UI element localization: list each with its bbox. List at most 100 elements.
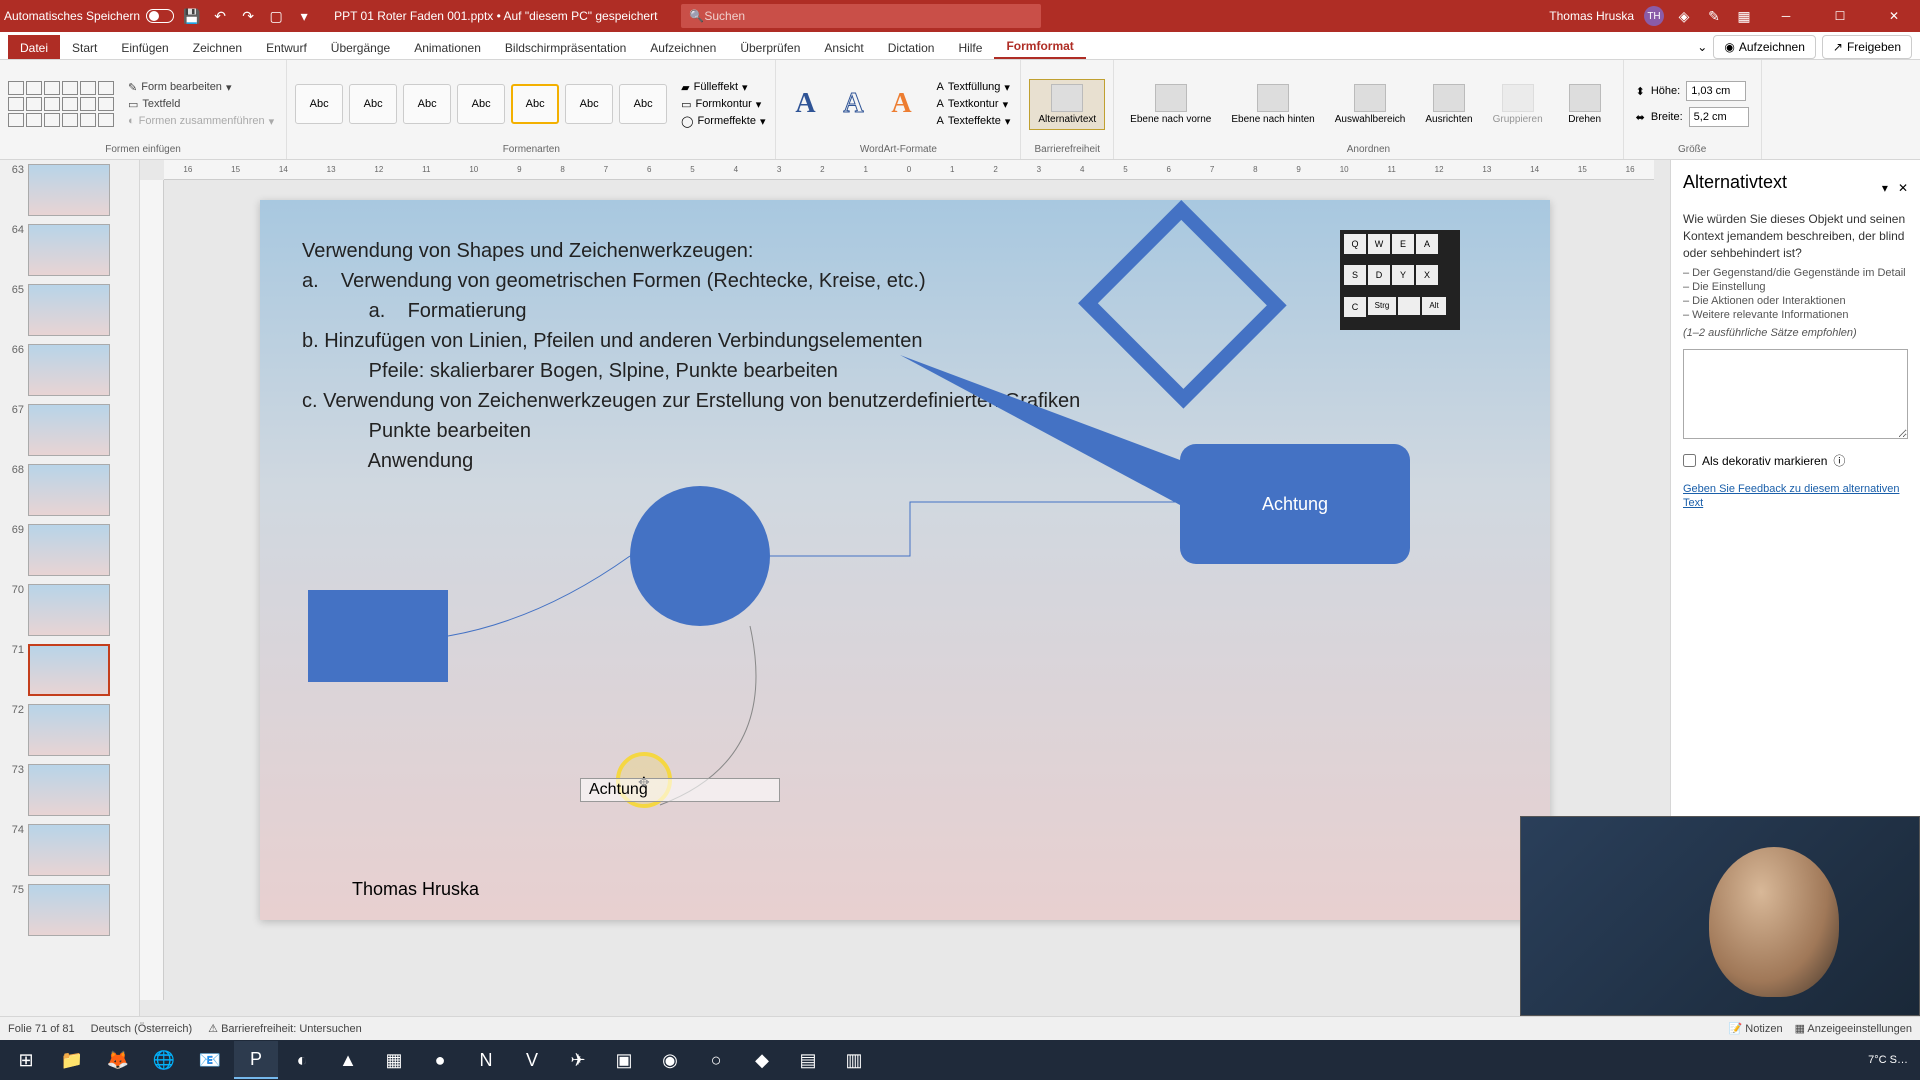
shape-option[interactable] — [98, 113, 114, 127]
slide-thumbnail[interactable] — [28, 404, 110, 456]
shape-option[interactable] — [62, 113, 78, 127]
decorative-check-input[interactable] — [1683, 454, 1696, 467]
tab-datei[interactable]: Datei — [8, 35, 60, 59]
shape-option[interactable] — [8, 81, 24, 95]
panel-close-icon[interactable]: ✕ — [1898, 181, 1908, 195]
minimize-button[interactable]: ─ — [1764, 0, 1808, 32]
slide-text-content[interactable]: Verwendung von Shapes und Zeichenwerkzeu… — [302, 236, 1080, 476]
slide-thumbnail[interactable] — [28, 464, 110, 516]
save-icon[interactable]: 💾 — [182, 6, 202, 26]
shape-gallery[interactable] — [8, 81, 114, 127]
width-input[interactable] — [1689, 107, 1749, 127]
sync-icon[interactable]: ✎ — [1704, 6, 1724, 26]
app-icon[interactable]: ▥ — [832, 1041, 876, 1079]
slide-thumbnails[interactable]: 63646566676869707172737475 — [0, 160, 140, 1016]
shape-option[interactable] — [98, 81, 114, 95]
slide-thumbnail[interactable] — [28, 344, 110, 396]
slide-thumbnail[interactable] — [28, 884, 110, 936]
vlc-icon[interactable]: ▲ — [326, 1041, 370, 1079]
toggle-switch-icon[interactable] — [146, 9, 174, 23]
shape-option[interactable] — [26, 97, 42, 111]
app-icon[interactable]: ◐ — [280, 1041, 324, 1079]
slide-thumbnail[interactable] — [28, 164, 110, 216]
keyboard-image[interactable]: QWE ASD YXC StrgAlt — [1340, 230, 1460, 330]
tab-ansicht[interactable]: Ansicht — [812, 35, 875, 59]
wordart-option[interactable]: A — [880, 84, 922, 124]
file-explorer-icon[interactable]: 📁 — [50, 1041, 94, 1079]
shape-option[interactable] — [80, 81, 96, 95]
start-button[interactable]: ⊞ — [4, 1041, 48, 1079]
align-button[interactable]: Ausrichten — [1417, 80, 1480, 129]
shape-option[interactable] — [8, 97, 24, 111]
app-icon[interactable]: ▣ — [602, 1041, 646, 1079]
collapse-ribbon-icon[interactable]: ⌄ — [1697, 40, 1707, 54]
shape-option[interactable] — [98, 97, 114, 111]
windows-taskbar[interactable]: ⊞ 📁 🦊 🌐 📧 P ◐ ▲ ▦ ● N V ✈ ▣ ◉ ○ ◆ ▤ ▥ 7°… — [0, 1040, 1920, 1080]
tab-uebergaenge[interactable]: Übergänge — [319, 35, 402, 59]
shape-option[interactable] — [26, 81, 42, 95]
wordart-gallery[interactable]: A A A — [784, 84, 922, 124]
textfield-button[interactable]: ▭Textfeld — [124, 97, 278, 112]
outlook-icon[interactable]: 📧 — [188, 1041, 232, 1079]
text-effects-button[interactable]: ATexteffekte ▾ — [934, 114, 1012, 129]
app-icon[interactable]: ● — [418, 1041, 462, 1079]
redo-icon[interactable]: ↷ — [238, 6, 258, 26]
slide-thumbnail[interactable] — [28, 764, 110, 816]
shape-option[interactable] — [8, 113, 24, 127]
panel-dropdown-icon[interactable]: ▾ — [1882, 181, 1888, 195]
text-outline-button[interactable]: ATextkontur ▾ — [934, 97, 1012, 112]
powerpoint-icon[interactable]: P — [234, 1041, 278, 1079]
height-input[interactable] — [1686, 81, 1746, 101]
shape-option[interactable] — [44, 81, 60, 95]
rotate-button[interactable]: Drehen — [1555, 80, 1615, 129]
shape-outline-button[interactable]: ▭Formkontur ▾ — [679, 97, 767, 112]
feedback-link[interactable]: Geben Sie Feedback zu diesem alternative… — [1683, 483, 1899, 509]
style-option[interactable]: Abc — [457, 84, 505, 124]
tab-hilfe[interactable]: Hilfe — [946, 35, 994, 59]
slideshow-icon[interactable]: ▢ — [266, 6, 286, 26]
style-option[interactable]: Abc — [619, 84, 667, 124]
record-button[interactable]: ◉Aufzeichnen — [1713, 35, 1816, 59]
app-icon[interactable]: ◆ — [740, 1041, 784, 1079]
wordart-option[interactable]: A — [784, 84, 826, 124]
onenote-icon[interactable]: N — [464, 1041, 508, 1079]
slide-thumbnail[interactable] — [28, 644, 110, 696]
alttext-input[interactable] — [1683, 349, 1908, 439]
display-settings-button[interactable]: ▦ Anzeigeeinstellungen — [1795, 1022, 1912, 1035]
weather-widget[interactable]: 7°C S… — [1868, 1054, 1908, 1066]
firefox-icon[interactable]: 🦊 — [96, 1041, 140, 1079]
autosave-toggle[interactable]: Automatisches Speichern — [4, 9, 174, 23]
app-icon[interactable]: ○ — [694, 1041, 738, 1079]
system-tray[interactable]: 7°C S… — [1868, 1054, 1916, 1066]
edit-shape-button[interactable]: ✎Form bearbeiten ▾ — [124, 80, 278, 95]
shape-option[interactable] — [80, 97, 96, 111]
tab-zeichnen[interactable]: Zeichnen — [181, 35, 254, 59]
canvas-area[interactable]: 1615141312111098765432101234567891011121… — [140, 160, 1670, 1016]
tab-start[interactable]: Start — [60, 35, 109, 59]
decorative-checkbox[interactable]: Als dekorativ markieren ⓘ — [1683, 452, 1908, 469]
achtung-roundbox[interactable]: Achtung — [1180, 444, 1410, 564]
selection-pane-button[interactable]: Auswahlbereich — [1327, 80, 1414, 129]
style-option[interactable]: Abc — [349, 84, 397, 124]
shape-fill-button[interactable]: ▰Fülleffekt ▾ — [679, 80, 767, 95]
notes-button[interactable]: 📝 Notizen — [1729, 1022, 1783, 1035]
info-icon[interactable]: ⓘ — [1833, 452, 1845, 469]
undo-icon[interactable]: ↶ — [210, 6, 230, 26]
bring-forward-button[interactable]: Ebene nach vorne — [1122, 80, 1219, 129]
shape-option[interactable] — [44, 113, 60, 127]
shape-option[interactable] — [26, 113, 42, 127]
search-input[interactable] — [704, 9, 1033, 23]
style-option[interactable]: Abc — [295, 84, 343, 124]
slide-thumbnail[interactable] — [28, 524, 110, 576]
circle-shape[interactable] — [630, 486, 770, 626]
diamond-icon[interactable]: ◈ — [1674, 6, 1694, 26]
slide-thumbnail[interactable] — [28, 584, 110, 636]
window-icon[interactable]: ▦ — [1734, 6, 1754, 26]
chrome-icon[interactable]: 🌐 — [142, 1041, 186, 1079]
achtung-textbox[interactable]: Achtung — [580, 778, 780, 802]
obs-icon[interactable]: ◉ — [648, 1041, 692, 1079]
slide-thumbnail[interactable] — [28, 284, 110, 336]
wordart-option[interactable]: A — [832, 84, 874, 124]
current-slide[interactable]: Verwendung von Shapes und Zeichenwerkzeu… — [260, 200, 1550, 920]
telegram-icon[interactable]: ✈ — [556, 1041, 600, 1079]
